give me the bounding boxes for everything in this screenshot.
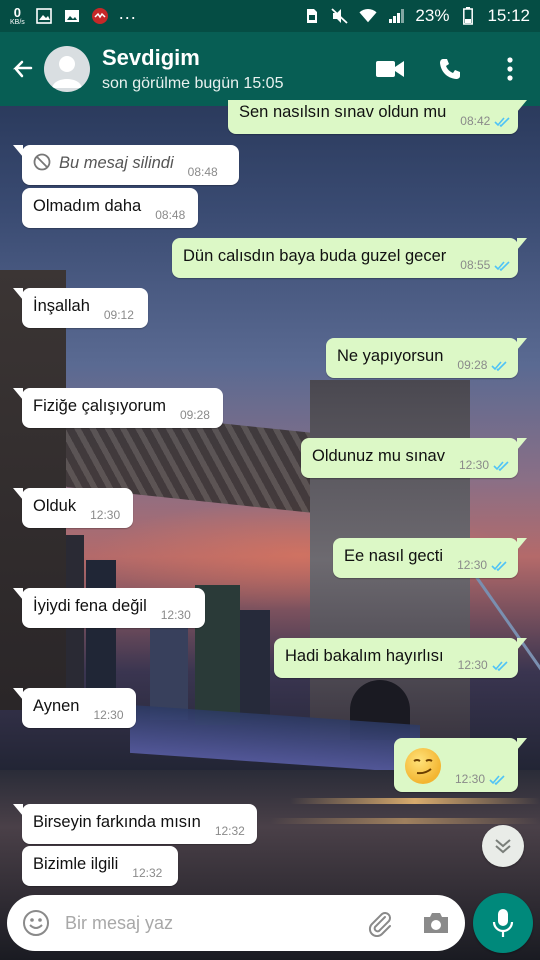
message-bubble-incoming[interactable]: Olmadım daha 08:48 bbox=[22, 188, 198, 228]
message-bubble-outgoing[interactable]: Ee nasıl gecti 12:30 bbox=[333, 538, 527, 578]
mic-icon bbox=[492, 909, 514, 937]
more-vert-icon bbox=[507, 57, 513, 81]
chat-header: Sevdigim son görülme bugün 15:05 bbox=[0, 32, 540, 106]
battery-icon bbox=[459, 7, 477, 25]
back-arrow-icon bbox=[12, 60, 33, 78]
contact-name: Sevdigim bbox=[102, 45, 200, 70]
message-time: 08:48 bbox=[187, 165, 218, 179]
more-notifications-indicator: ... bbox=[118, 2, 137, 23]
message-time: 12:30 bbox=[457, 558, 488, 572]
message-text: Aynen bbox=[33, 697, 80, 715]
emoji-button[interactable] bbox=[21, 908, 51, 938]
read-receipt-icon bbox=[489, 774, 507, 786]
image-icon bbox=[63, 8, 81, 24]
network-speed-value: 0 bbox=[13, 5, 22, 20]
message-text: Olduk bbox=[33, 497, 77, 515]
attach-button[interactable] bbox=[365, 908, 395, 938]
read-receipt-icon bbox=[494, 116, 512, 128]
signal-icon bbox=[387, 8, 405, 24]
deleted-message-icon bbox=[33, 153, 51, 179]
message-time: 12:30 bbox=[93, 708, 124, 722]
message-bubble-incoming[interactable]: İyiydi fena değil 12:30 bbox=[13, 588, 205, 628]
sim-icon bbox=[303, 8, 321, 24]
message-input[interactable]: Bir mesaj yaz bbox=[65, 913, 365, 934]
smirking-face-emoji bbox=[405, 748, 441, 784]
message-text: Birseyin farkında mısın bbox=[33, 813, 201, 831]
message-text: İyiydi fena değil bbox=[33, 597, 147, 615]
message-bubble-incoming[interactable]: Fiziğe çalışıyorum 09:28 bbox=[13, 388, 223, 428]
attach-icon bbox=[368, 912, 391, 937]
message-time: 12:30 bbox=[455, 772, 486, 786]
voice-call-button[interactable] bbox=[420, 32, 480, 106]
avatar-icon bbox=[52, 56, 82, 88]
message-time: 12:32 bbox=[214, 824, 245, 838]
read-receipt-icon bbox=[494, 260, 512, 272]
message-bubble-incoming[interactable]: İnşallah 09:12 bbox=[13, 288, 148, 328]
message-time: 08:55 bbox=[460, 258, 491, 272]
read-receipt-icon bbox=[491, 560, 509, 572]
message-text: Ee nasıl gecti bbox=[344, 547, 444, 565]
message-bubble-outgoing[interactable]: Oldunuz mu sınav 12:30 bbox=[301, 438, 527, 478]
message-time: 08:42 bbox=[460, 114, 491, 128]
message-bubble-outgoing-emoji[interactable]: 12:30 bbox=[394, 738, 527, 792]
message-time: 09:28 bbox=[179, 408, 210, 422]
camera-button[interactable] bbox=[421, 908, 451, 938]
message-text: Sen nasılsın sınav oldun mu bbox=[239, 103, 447, 121]
message-time: 12:30 bbox=[457, 658, 488, 672]
gallery-icon bbox=[35, 8, 53, 24]
message-time: 12:30 bbox=[160, 608, 191, 622]
message-time: 08:48 bbox=[155, 208, 186, 222]
emoji-icon bbox=[23, 910, 49, 936]
phone-icon bbox=[440, 59, 460, 79]
message-bubble-outgoing[interactable]: Hadi bakalım hayırlısı 12:30 bbox=[274, 638, 527, 678]
message-text: Ne yapıyorsun bbox=[337, 347, 444, 365]
clock: 15:12 bbox=[487, 6, 530, 25]
message-bubble-incoming[interactable]: Birseyin farkında mısın 12:32 bbox=[13, 804, 257, 844]
video-call-button[interactable] bbox=[360, 32, 420, 106]
contact-info[interactable]: Sevdigim son görülme bugün 15:05 bbox=[102, 45, 360, 93]
voice-message-button[interactable] bbox=[473, 893, 533, 953]
status-bar: 0 KB/s ... 23% 15:12 bbox=[0, 0, 540, 32]
app-notification-icon bbox=[91, 8, 109, 24]
read-receipt-icon bbox=[492, 660, 510, 672]
message-bubble-incoming[interactable]: Olduk 12:30 bbox=[13, 488, 133, 528]
message-composer[interactable]: Bir mesaj yaz bbox=[7, 895, 465, 951]
message-text: İnşallah bbox=[33, 297, 90, 315]
message-text: Oldunuz mu sınav bbox=[312, 447, 445, 465]
video-call-icon bbox=[376, 61, 404, 77]
message-text: Bu mesaj silindi bbox=[59, 154, 174, 172]
network-speed: 0 KB/s bbox=[10, 6, 25, 26]
more-options-button[interactable] bbox=[480, 32, 540, 106]
camera-icon bbox=[424, 913, 448, 933]
network-speed-unit: KB/s bbox=[10, 19, 25, 26]
wifi-icon bbox=[359, 8, 377, 24]
message-time: 12:30 bbox=[90, 508, 121, 522]
message-time: 09:28 bbox=[457, 358, 488, 372]
read-receipt-icon bbox=[493, 460, 511, 472]
message-text: Bizimle ilgili bbox=[33, 855, 119, 873]
message-text: Olmadım daha bbox=[33, 197, 142, 215]
message-bubble-incoming-deleted[interactable]: Bu mesaj silindi 08:48 bbox=[13, 145, 239, 185]
double-chevron-down-icon bbox=[495, 839, 511, 854]
avatar[interactable] bbox=[44, 46, 90, 92]
message-time: 12:32 bbox=[132, 866, 163, 880]
battery-percent: 23% bbox=[415, 6, 450, 25]
back-button[interactable] bbox=[0, 32, 44, 106]
message-bubble-outgoing[interactable]: Dün calısdın baya buda guzel gecer 08:55 bbox=[172, 238, 527, 278]
message-bubble-incoming[interactable]: Aynen 12:30 bbox=[13, 688, 136, 728]
last-seen: son görülme bugün 15:05 bbox=[102, 75, 284, 92]
message-bubble-incoming[interactable]: Bizimle ilgili 12:32 bbox=[22, 846, 178, 886]
message-time: 12:30 bbox=[458, 458, 490, 472]
message-bubble-outgoing[interactable]: Sen nasılsın sınav oldun mu 08:42 bbox=[228, 100, 527, 134]
message-text: Dün calısdın baya buda guzel gecer bbox=[183, 247, 447, 265]
message-bubble-outgoing[interactable]: Ne yapıyorsun 09:28 bbox=[326, 338, 527, 378]
message-text: Fiziğe çalışıyorum bbox=[33, 397, 166, 415]
message-text: Hadi bakalım hayırlısı bbox=[285, 647, 444, 665]
message-time: 09:12 bbox=[103, 308, 134, 322]
mute-icon bbox=[331, 8, 349, 24]
read-receipt-icon bbox=[491, 360, 509, 372]
scroll-to-bottom-button[interactable] bbox=[482, 825, 524, 867]
